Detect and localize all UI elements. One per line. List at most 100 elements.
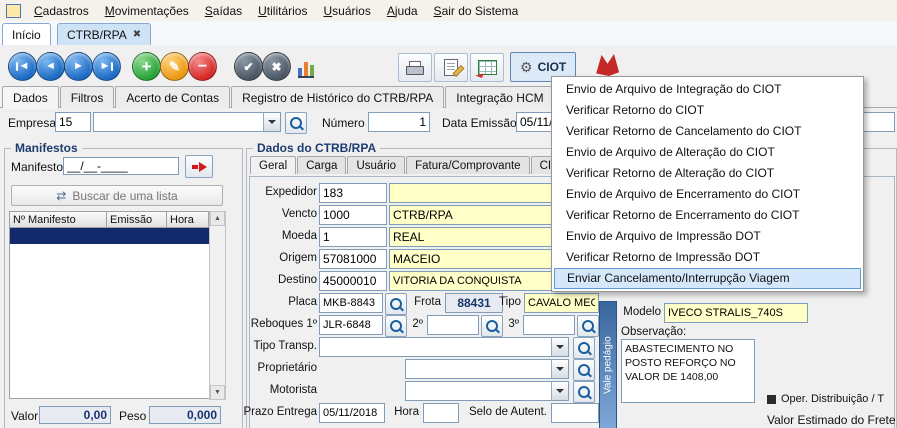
plus-icon: + [142, 58, 152, 75]
reboque3-search-button[interactable] [577, 315, 599, 337]
menu-utilitarios[interactable]: Utilitários [250, 1, 315, 21]
modelo-input[interactable] [664, 303, 808, 323]
moeda-name-input[interactable] [389, 227, 569, 247]
col-n-manifesto[interactable]: Nº Manifesto [9, 211, 107, 228]
proprietario-search-button[interactable] [573, 359, 595, 381]
first-record-button[interactable]: ◄ [8, 52, 37, 81]
tab-registro-historico[interactable]: Registro de Histórico do CTRB/RPA [231, 86, 444, 108]
manifestos-group: Manifestos Manifesto ⇄ Buscar de uma lis… [4, 148, 243, 428]
motorista-search-button[interactable] [573, 381, 595, 403]
reboque2-input[interactable] [427, 315, 479, 335]
menu-cadastros[interactable]: Cadastros [26, 1, 97, 21]
tab-acerto-de-contas[interactable]: Acerto de Contas [115, 86, 230, 108]
tab-filtros[interactable]: Filtros [60, 86, 115, 108]
scroll-up-icon[interactable]: ▲ [210, 211, 225, 226]
menu-item-envio-impressao-dot[interactable]: Envio de Arquivo de Impressão DOT [552, 226, 863, 247]
tipo-input[interactable] [524, 293, 599, 313]
proprietario-combo[interactable] [405, 359, 569, 379]
tab-fatura[interactable]: Fatura/Comprovante [406, 156, 529, 174]
vale-pedagio-tab[interactable]: Vale pedágio [599, 301, 617, 428]
menu-item-retorno-encerramento[interactable]: Verificar Retorno de Encerramento do CIO… [552, 205, 863, 226]
delete-record-button[interactable]: − [188, 52, 217, 81]
menu-item-enviar-cancelamento-viagem[interactable]: Enviar Cancelamento/Interrupção Viagem [554, 268, 861, 289]
oper-distribuicao-checkbox[interactable]: Oper. Distribuição / T [767, 393, 893, 405]
manifesto-go-button[interactable] [185, 155, 213, 178]
tipo-transp-combo[interactable] [319, 337, 569, 357]
tab-geral[interactable]: Geral [250, 156, 296, 174]
menu-saidas[interactable]: Saídas [197, 1, 250, 21]
hora-input[interactable] [423, 403, 459, 423]
origem-code-input[interactable] [319, 249, 387, 269]
scroll-down-icon[interactable]: ▼ [210, 385, 225, 400]
tab-filtros-label: Filtros [71, 91, 104, 105]
chart-button[interactable] [298, 58, 314, 78]
destino-name-input[interactable] [389, 271, 569, 291]
cancel-button[interactable]: ✖ [262, 52, 291, 81]
moeda-code-input[interactable] [319, 227, 387, 247]
numero-input[interactable] [368, 112, 430, 132]
vencto-name-input[interactable] [389, 205, 569, 225]
combo-arrow-icon[interactable] [551, 360, 568, 378]
menu-item-envio-integracao[interactable]: Envio de Arquivo de Integração do CIOT [552, 79, 863, 100]
previous-record-button[interactable]: ◄ [36, 52, 65, 81]
selo-input[interactable] [551, 403, 599, 423]
buscar-lista-button[interactable]: ⇄ Buscar de uma lista [11, 185, 223, 206]
combo-arrow-icon[interactable] [551, 382, 568, 400]
selected-empty-row[interactable] [10, 228, 210, 244]
edit-record-button[interactable]: ✎ [160, 52, 189, 81]
menu-item-retorno-alteracao[interactable]: Verificar Retorno de Alteração do CIOT [552, 163, 863, 184]
export-grid-button[interactable] [470, 53, 504, 82]
reboque1-input[interactable] [319, 315, 383, 335]
manifest-table-body[interactable] [9, 228, 211, 399]
confirm-button[interactable]: ✔ [234, 52, 263, 81]
empresa-input[interactable] [55, 112, 91, 132]
combo-arrow-icon[interactable] [263, 113, 280, 131]
manifesto-label: Manifesto [11, 160, 63, 174]
empresa-combo[interactable] [93, 112, 281, 132]
header-right-input[interactable] [862, 112, 895, 132]
reboque3-input[interactable] [523, 315, 575, 335]
tab-carga[interactable]: Carga [297, 156, 346, 174]
report-button[interactable] [434, 53, 468, 82]
menu-item-retorno-impressao-dot[interactable]: Verificar Retorno de Impressão DOT [552, 247, 863, 268]
vencto-code-input[interactable] [319, 205, 387, 225]
col-emissao[interactable]: Emissão [107, 211, 167, 228]
empresa-search-button[interactable] [285, 112, 307, 134]
print-button[interactable] [398, 53, 432, 82]
manifest-scrollbar[interactable]: ▲ ▼ [209, 211, 226, 400]
reboque1-search-button[interactable] [385, 315, 407, 337]
menu-usuarios[interactable]: Usuários [315, 1, 378, 21]
manifesto-input[interactable] [63, 157, 179, 175]
col-hora[interactable]: Hora [167, 211, 209, 228]
red-logo-icon[interactable] [594, 53, 621, 77]
tab-integracao-hcm[interactable]: Integração HCM [445, 86, 554, 108]
tipo-transp-search-button[interactable] [573, 337, 595, 359]
motorista-combo[interactable] [405, 381, 569, 401]
placa-input[interactable] [319, 293, 383, 313]
close-tab-icon[interactable]: ✖ [133, 30, 141, 40]
last-record-button[interactable]: ► [92, 52, 121, 81]
placa-search-button[interactable] [385, 293, 407, 315]
tab-dados[interactable]: Dados [2, 86, 59, 108]
menu-item-envio-alteracao[interactable]: Envio de Arquivo de Alteração do CIOT [552, 142, 863, 163]
add-record-button[interactable]: + [132, 52, 161, 81]
prazo-entrega-input[interactable] [319, 403, 385, 423]
tab-ctrb-rpa[interactable]: CTRB/RPA ✖ [57, 23, 151, 45]
menu-item-retorno-cancelamento[interactable]: Verificar Retorno de Cancelamento do CIO… [552, 121, 863, 142]
destino-code-input[interactable] [319, 271, 387, 291]
expedidor-name-input[interactable] [389, 183, 569, 203]
next-record-button[interactable]: ► [64, 52, 93, 81]
menu-item-envio-encerramento[interactable]: Envio de Arquivo de Encerramento do CIOT [552, 184, 863, 205]
menu-item-verificar-retorno[interactable]: Verificar Retorno do CIOT [552, 100, 863, 121]
observacao-textarea[interactable]: ABASTECIMENTO NO POSTO REFORÇO NO VALOR … [621, 339, 755, 403]
menu-ajuda[interactable]: Ajuda [379, 1, 426, 21]
combo-arrow-icon[interactable] [551, 338, 568, 356]
tab-inicio[interactable]: Início [2, 23, 51, 45]
tab-usuario[interactable]: Usuário [347, 156, 405, 174]
menu-movimentacoes[interactable]: Movimentações [97, 1, 197, 21]
origem-name-input[interactable] [389, 249, 569, 269]
window-tab-bar: Início CTRB/RPA ✖ [0, 21, 897, 45]
expedidor-code-input[interactable] [319, 183, 387, 203]
reboque2-search-button[interactable] [481, 315, 503, 337]
menu-sair[interactable]: Sair do Sistema [426, 1, 527, 21]
